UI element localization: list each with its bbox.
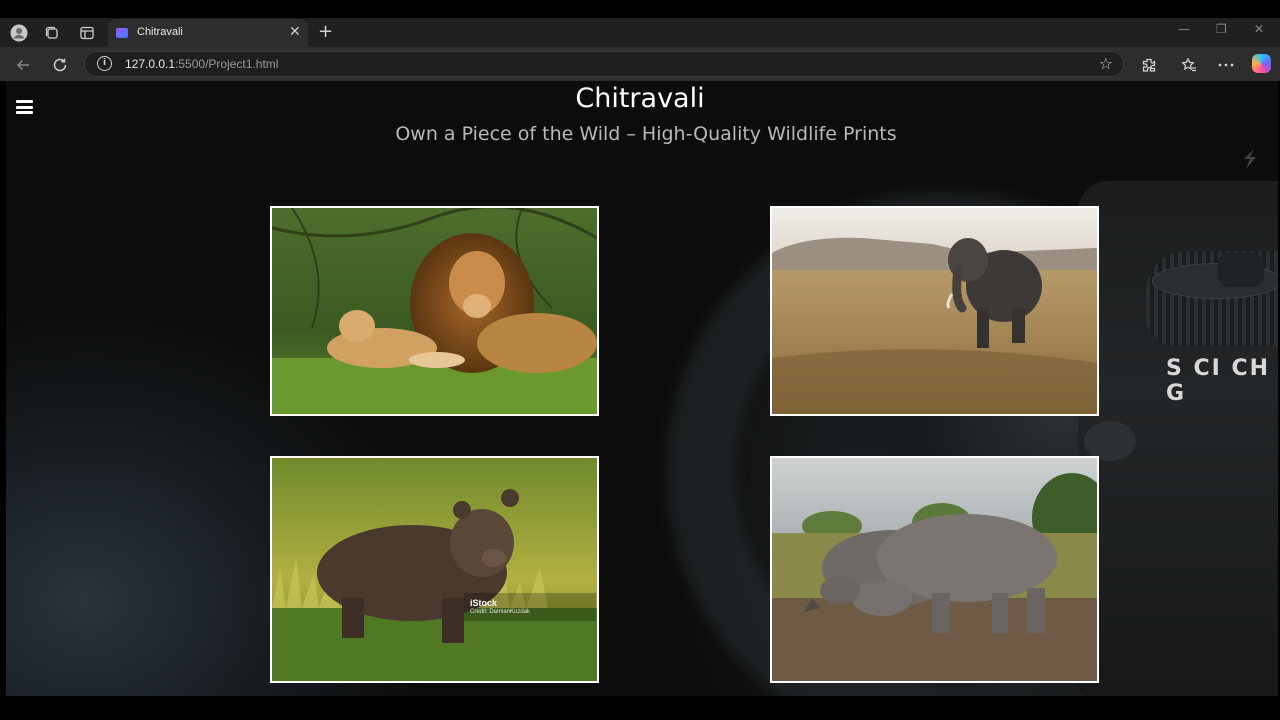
workspaces-icon[interactable] [41, 22, 63, 44]
more-icon[interactable] [1215, 54, 1237, 76]
url-path: :5500/Project1.html [175, 57, 279, 71]
new-tab-button[interactable]: + [318, 22, 333, 42]
profile-icon[interactable] [8, 22, 30, 44]
close-window-button[interactable]: ✕ [1254, 22, 1264, 36]
restore-button[interactable]: ❐ [1216, 22, 1227, 36]
tab-chitravali[interactable]: Chitravali ✕ [108, 19, 308, 47]
rhino-photo[interactable] [770, 456, 1099, 683]
minimize-button[interactable]: — [1178, 22, 1190, 36]
url-text[interactable]: 127.0.0.1:5500/Project1.html [125, 57, 278, 71]
address-bar[interactable]: i 127.0.0.1:5500/Project1.html ☆ [84, 51, 1124, 77]
url-host: 127.0.0.1 [125, 57, 176, 71]
bottom-bar [0, 696, 1280, 720]
tab-actions-icon[interactable] [76, 22, 98, 44]
copilot-icon[interactable] [1252, 54, 1271, 73]
top-strip [0, 0, 1280, 18]
camera-dial-text: S CI CH G [1166, 356, 1271, 406]
page-viewport: S CI CH G Chitravali Own a Piece of the … [6, 81, 1278, 696]
refresh-icon[interactable] [49, 54, 71, 76]
camera-lever [1084, 421, 1136, 461]
page-subtitle: Own a Piece of the Wild – High-Quality W… [395, 123, 897, 145]
camera-mark-icon [1240, 147, 1260, 169]
back-icon[interactable] [12, 54, 34, 76]
elephant-photo[interactable] [770, 206, 1099, 416]
extensions-icon[interactable] [1138, 54, 1160, 76]
tab-close-icon[interactable]: ✕ [289, 24, 301, 40]
istock-watermark: iStock [470, 598, 498, 608]
photo-credit: Credit: DamianKuzdak [470, 609, 531, 615]
browser-window: Chitravali ✕ + — ❐ ✕ i 127.0.0.1:5500/Pr… [0, 0, 1280, 720]
address-toolbar: i 127.0.0.1:5500/Project1.html ☆ [0, 47, 1280, 81]
favorite-star-icon[interactable]: ☆ [1099, 54, 1113, 73]
page-title: Chitravali [575, 83, 705, 114]
lion-photo[interactable] [270, 206, 599, 416]
tab-favicon [116, 28, 128, 38]
favorites-icon[interactable] [1178, 54, 1200, 76]
info-icon[interactable]: i [97, 56, 112, 71]
bear-photo[interactable]: iStock Credit: DamianKuzdak [270, 456, 599, 683]
camera-knob [1218, 253, 1264, 287]
tab-title: Chitravali [137, 26, 183, 38]
